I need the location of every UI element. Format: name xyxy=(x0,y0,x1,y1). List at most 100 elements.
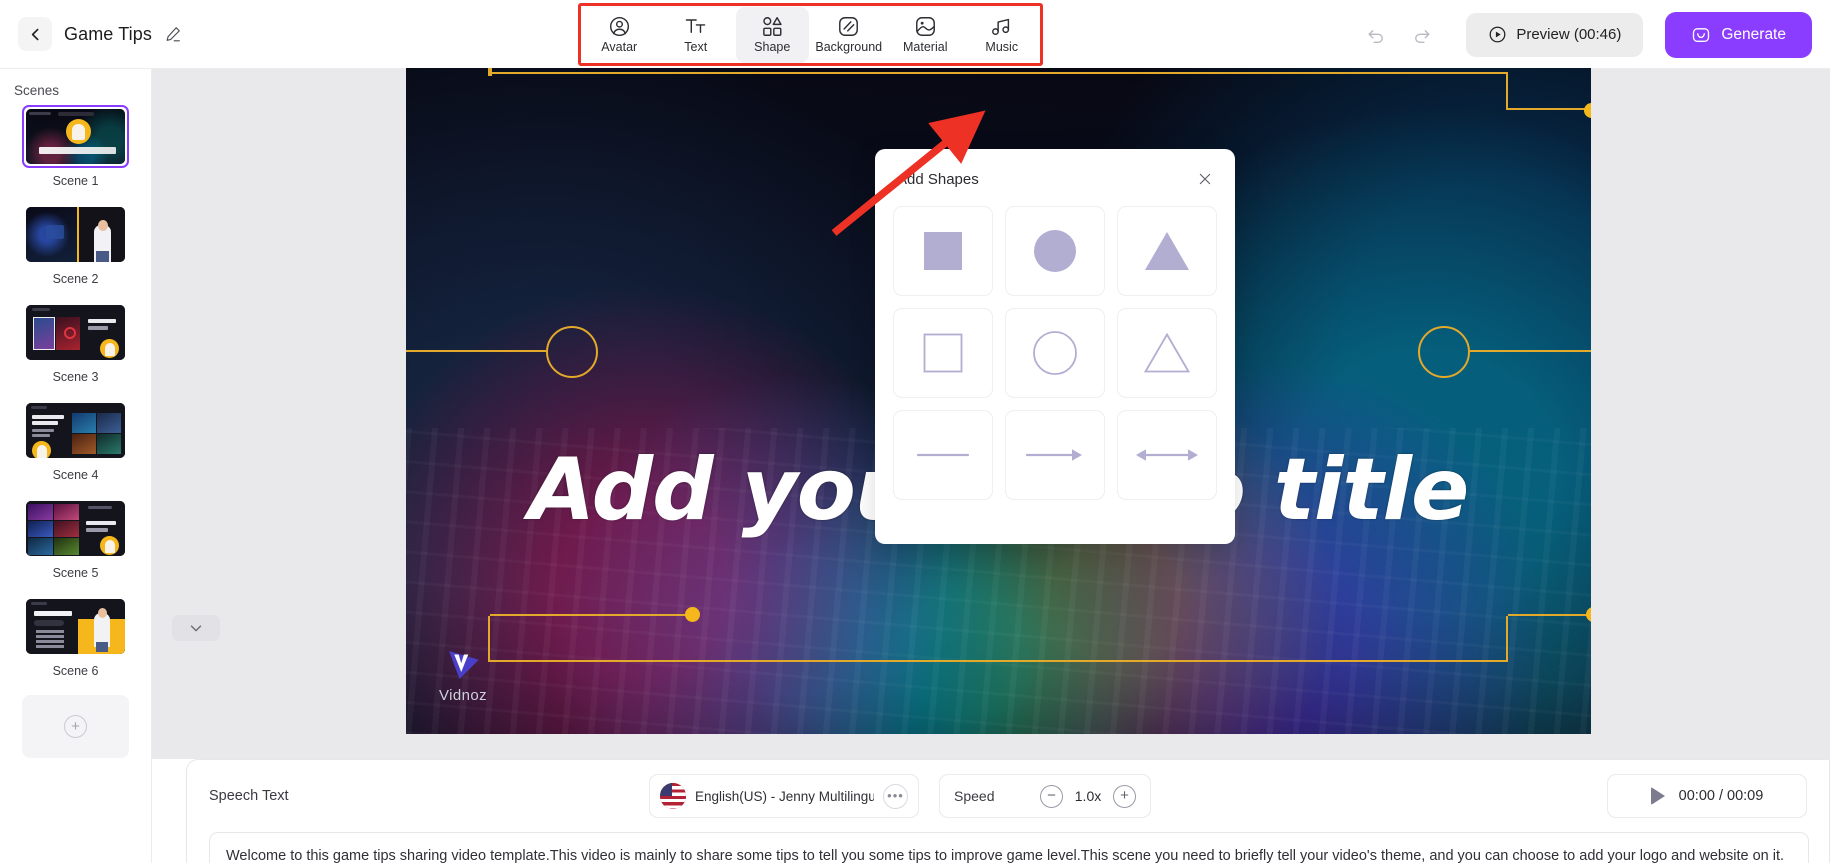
line-icon xyxy=(916,453,970,457)
frame-line-top xyxy=(488,72,1508,74)
history-controls xyxy=(1364,23,1434,47)
circle-outline-icon xyxy=(1033,331,1077,375)
scene-thumbnail-4[interactable] xyxy=(22,399,129,462)
scene-thumb-art xyxy=(26,501,125,556)
plus-circle-icon: + xyxy=(64,715,87,738)
undo-icon xyxy=(1368,29,1384,43)
us-flag-icon xyxy=(660,783,686,809)
tool-group: Avatar Text Shape Background Material Mu… xyxy=(578,3,1043,66)
scene-thumbnail-6[interactable] xyxy=(22,595,129,658)
shape-square-outline[interactable] xyxy=(893,308,993,398)
add-scene-item[interactable]: + xyxy=(0,693,151,758)
frame-line-bottom xyxy=(488,660,1508,662)
scene-thumbnail-3[interactable] xyxy=(22,301,129,364)
video-editor-app: Game Tips Avatar Text Shape Background M… xyxy=(0,0,1830,863)
triangle-outline-icon xyxy=(1143,332,1191,373)
triangle-filled-icon xyxy=(1145,232,1189,270)
frame-dot-bottom-left xyxy=(685,607,700,622)
shape-circle-filled[interactable] xyxy=(1005,206,1105,296)
close-shapes-panel-button[interactable] xyxy=(1193,167,1217,191)
shape-circle-outline[interactable] xyxy=(1005,308,1105,398)
image-slash-icon xyxy=(839,17,859,37)
shape-square-filled[interactable] xyxy=(893,206,993,296)
shape-triangle-filled[interactable] xyxy=(1117,206,1217,296)
tab-text-label: Text xyxy=(684,40,708,55)
tab-material[interactable]: Material xyxy=(889,7,962,63)
tab-background[interactable]: Background xyxy=(813,7,886,63)
scene-list-item[interactable]: Scene 5 xyxy=(0,497,151,591)
play-icon xyxy=(1650,787,1665,805)
scene-label: Scene 4 xyxy=(52,468,99,482)
scene-label: Scene 2 xyxy=(52,272,99,286)
tab-avatar[interactable]: Avatar xyxy=(583,7,656,63)
square-filled-icon xyxy=(924,232,962,270)
speed-increase-button[interactable]: + xyxy=(1113,784,1136,808)
speed-decrease-button[interactable]: − xyxy=(1040,784,1063,808)
scene-thumbnail-1[interactable] xyxy=(22,105,129,168)
add-shapes-title: Add Shapes xyxy=(897,171,979,188)
watermark: Vidnoz xyxy=(426,645,500,704)
chevron-left-icon xyxy=(31,28,38,40)
edit-title-button[interactable] xyxy=(164,25,182,43)
scene-thumb-art xyxy=(26,305,125,360)
back-button[interactable] xyxy=(18,17,52,51)
pencil-icon xyxy=(166,27,180,42)
tab-text[interactable]: Text xyxy=(660,7,733,63)
scene-label: Scene 5 xyxy=(52,566,99,580)
tab-avatar-label: Avatar xyxy=(601,40,638,55)
tab-material-label: Material xyxy=(903,40,948,55)
redo-icon xyxy=(1415,29,1430,43)
vidnoz-play-logo-icon xyxy=(449,651,479,679)
frame-line-left xyxy=(406,350,546,352)
tab-background-label: Background xyxy=(815,40,883,55)
text-size-icon xyxy=(686,19,706,34)
tab-shape[interactable]: Shape xyxy=(736,6,809,63)
audio-time-display: 00:00 / 00:09 xyxy=(1678,788,1764,804)
close-icon xyxy=(1199,173,1211,185)
shape-arrow-double[interactable] xyxy=(1117,410,1217,500)
voice-more-button[interactable]: ••• xyxy=(883,783,908,809)
scene-list-item[interactable]: Scene 3 xyxy=(0,301,151,395)
scene-label: Scene 1 xyxy=(52,174,99,188)
scene-thumb-art xyxy=(26,599,125,654)
speech-text-input[interactable]: Welcome to this game tips sharing video … xyxy=(209,832,1809,863)
generate-button[interactable]: Generate xyxy=(1665,11,1812,58)
scene-list-item[interactable]: Scene 2 xyxy=(0,203,151,297)
frame-ring-left xyxy=(546,326,598,378)
preview-button-label: Preview (00:46) xyxy=(1516,26,1622,43)
scene-label: Scene 6 xyxy=(52,664,99,678)
preview-button[interactable]: Preview (00:46) xyxy=(1466,12,1644,57)
scene-thumb-art xyxy=(26,207,125,262)
tab-music-label: Music xyxy=(985,40,1019,55)
frame-line-bottom-right-up xyxy=(1506,616,1508,662)
voice-selector[interactable]: English(US) - Jenny Multilingual ••• xyxy=(649,774,919,818)
scene-list-item[interactable]: Scene 4 xyxy=(0,399,151,493)
frame-line-bottom-right-out xyxy=(1508,614,1591,616)
music-note-icon xyxy=(992,19,1010,36)
shape-triangle-outline[interactable] xyxy=(1117,308,1217,398)
tab-music[interactable]: Music xyxy=(966,7,1039,63)
scene-thumbnail-5[interactable] xyxy=(22,497,129,560)
shapes-grid xyxy=(893,206,1217,500)
speed-control: Speed − 1.0x + xyxy=(939,774,1151,818)
page-title: Game Tips xyxy=(64,23,152,44)
tab-shape-label: Shape xyxy=(754,40,791,55)
shape-arrow-right[interactable] xyxy=(1005,410,1105,500)
scene-list-item[interactable]: Scene 6 xyxy=(0,595,151,689)
undo-button[interactable] xyxy=(1364,23,1388,47)
shapes-icon xyxy=(762,17,782,37)
sparkle-icon xyxy=(1693,27,1710,42)
photo-icon xyxy=(915,17,935,37)
audio-play-button[interactable]: 00:00 / 00:09 xyxy=(1607,774,1807,818)
top-bar-actions: Preview (00:46) Generate xyxy=(1364,0,1812,69)
shape-line[interactable] xyxy=(893,410,993,500)
scene-thumbnail-2[interactable] xyxy=(22,203,129,266)
redo-button[interactable] xyxy=(1410,23,1434,47)
add-scene-button[interactable]: + xyxy=(22,695,129,758)
play-circle-icon xyxy=(1489,26,1506,43)
scenes-title: Scenes xyxy=(14,83,60,98)
scene-list-item[interactable]: Scene 1 xyxy=(0,105,151,199)
add-shapes-panel: Add Shapes xyxy=(875,149,1235,544)
circle-filled-icon xyxy=(1034,230,1076,272)
collapse-panel-button[interactable] xyxy=(172,615,220,641)
